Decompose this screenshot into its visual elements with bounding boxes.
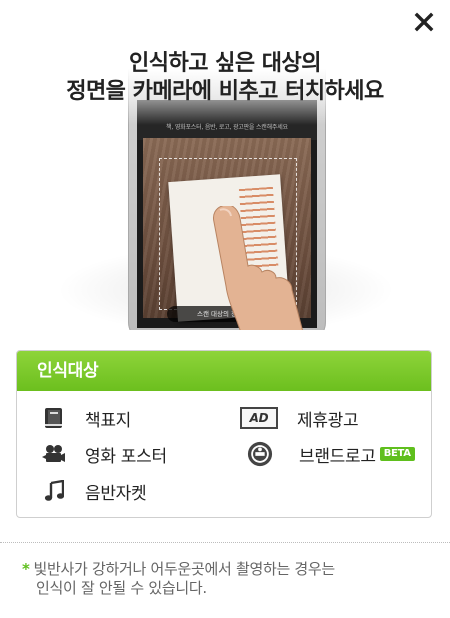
page-title-line-1: 인식하고 싶은 대상의 [129, 51, 321, 76]
notice-line-1: 빛반사가 강하거나 어두운곳에서 촬영하는 경우는 [33, 560, 336, 578]
target-item-album-jacket: 음반자켓 [41, 476, 147, 506]
divider [0, 542, 450, 543]
page-title: 인식하고 싶은 대상의 정면을 카메라에 비추고 터치하세요 [0, 50, 450, 106]
brand-logo-icon [247, 441, 273, 467]
ad-icon-text: AD [240, 407, 278, 429]
target-item-brand-logo: 브랜드로고 BETA [247, 439, 415, 469]
target-item-label: 브랜드로고 [299, 446, 376, 467]
page-title-line-2: 정면을 카메라에 비추고 터치하세요 [66, 79, 384, 104]
close-button[interactable] [412, 10, 436, 34]
recognition-target-list: 책표지 영화 포스터 음반자켓 AD 제휴광고 브랜드로고 BETA [17, 391, 431, 517]
notice-asterisk: * [22, 560, 30, 578]
ad-icon: AD [239, 405, 279, 431]
movie-camera-icon [41, 441, 67, 467]
book-icon [41, 405, 67, 431]
target-item-label: 제휴광고 [297, 410, 359, 431]
target-item-label: 책표지 [85, 410, 132, 431]
notice-text: * 빛반사가 강하거나 어두운곳에서 촬영하는 경우는 인식이 잘 안될 수 있습… [22, 560, 432, 598]
beta-badge: BETA [379, 447, 415, 461]
target-item-movie-poster: 영화 포스터 [41, 439, 167, 469]
panel-title: 인식대상 [17, 351, 431, 391]
close-icon [414, 12, 434, 32]
hand-pointing-icon [213, 206, 303, 330]
notice-line-2: 인식이 잘 안될 수 있습니다. [36, 579, 207, 597]
recognition-targets-panel: 인식대상 책표지 영화 포스터 음반자켓 AD 제휴광고 브랜드로고 BETA [16, 350, 432, 518]
hero-illustration: 책, 영화포스터, 음반, 로고, 광고판을 스캔해주세요 스캔 대상의 정면을… [0, 0, 450, 330]
target-item-label: 영화 포스터 [85, 446, 167, 467]
target-item-label: 음반자켓 [85, 483, 147, 504]
target-item-book-cover: 책표지 [41, 403, 131, 433]
music-note-icon [41, 478, 67, 504]
target-item-partner-ad: AD 제휴광고 [239, 403, 359, 433]
